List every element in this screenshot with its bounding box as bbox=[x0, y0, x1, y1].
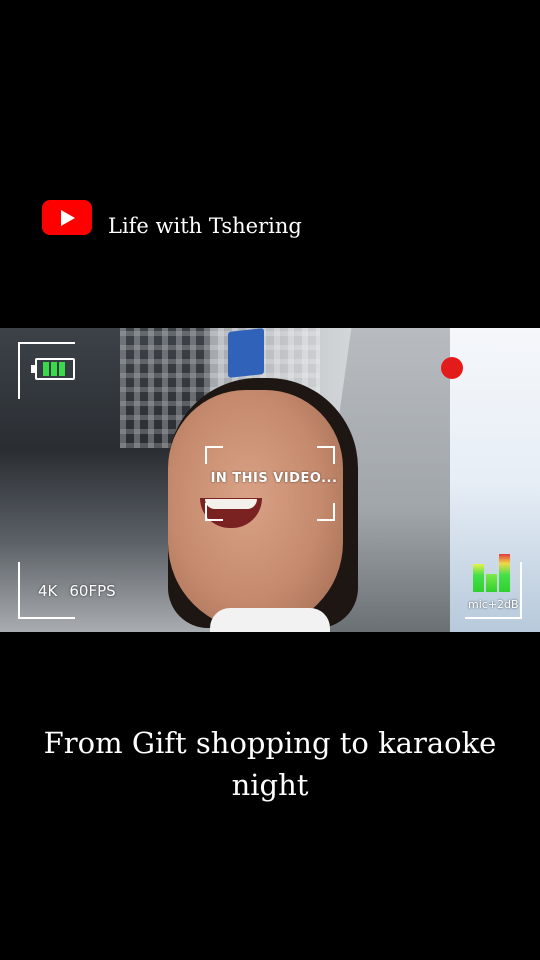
video-caption: From Gift shopping to karaoke night bbox=[0, 722, 540, 806]
battery-cell bbox=[43, 362, 49, 376]
resolution-label: 4K bbox=[38, 582, 58, 600]
channel-header: Life with Tshering bbox=[42, 200, 302, 238]
mic-gain-label: mic+2dB bbox=[468, 598, 519, 611]
battery-cell bbox=[51, 362, 57, 376]
focus-corner bbox=[317, 503, 335, 521]
battery-terminal bbox=[31, 365, 35, 373]
overlay-title: IN THIS VIDEO... bbox=[210, 471, 338, 486]
focus-corner bbox=[205, 446, 223, 464]
battery-icon bbox=[31, 358, 75, 380]
channel-name[interactable]: Life with Tshering bbox=[108, 214, 302, 238]
resolution-readout: 4K 60FPS bbox=[38, 582, 128, 600]
battery-cell bbox=[59, 362, 65, 376]
caption-line-2: night bbox=[231, 768, 309, 802]
youtube-logo-icon[interactable] bbox=[42, 200, 92, 235]
video-frame[interactable]: IN THIS VIDEO... 4K 60FPS mic+2dB bbox=[0, 328, 540, 632]
audio-level-bar bbox=[499, 554, 510, 592]
focus-corner bbox=[317, 446, 335, 464]
audio-level-bar bbox=[473, 564, 484, 592]
audio-level-bar bbox=[486, 574, 497, 592]
play-icon bbox=[61, 210, 75, 226]
focus-corner bbox=[205, 503, 223, 521]
caption-line-1: From Gift shopping to karaoke bbox=[43, 726, 497, 760]
fps-label: 60FPS bbox=[69, 582, 116, 600]
audio-level-meter-icon bbox=[471, 552, 515, 592]
recording-indicator-icon bbox=[441, 357, 463, 379]
background-sign bbox=[228, 328, 264, 378]
person-collar bbox=[210, 608, 330, 632]
